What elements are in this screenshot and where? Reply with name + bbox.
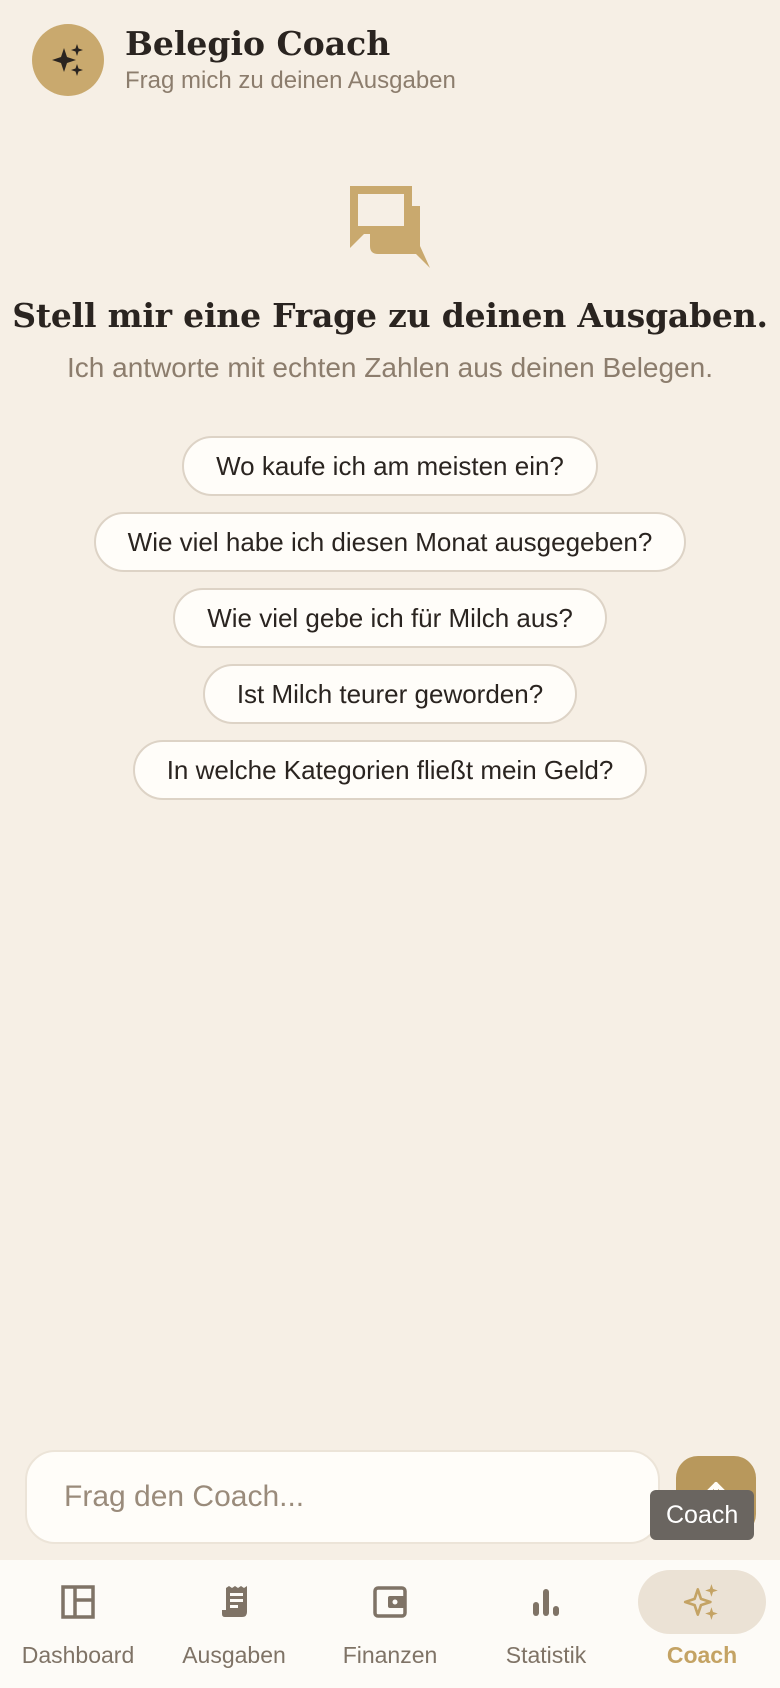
message-input[interactable] [64,1480,658,1514]
nav-label: Coach [666,1642,738,1668]
nav-label: Statistik [505,1642,587,1668]
nav-item-dashboard[interactable]: Dashboard [0,1560,156,1688]
bar-chart-icon [533,1589,559,1616]
app-header: Belegio Coach Frag mich zu deinen Ausgab… [0,0,780,120]
bottom-nav: Dashboard Ausgaben Finanzen Statistik Co… [0,1560,780,1688]
suggestion-chip[interactable]: Wo kaufe ich am meisten ein? [182,436,598,496]
suggestion-chip[interactable]: Wie viel habe ich diesen Monat ausgegebe… [93,512,687,572]
send-tooltip: Coach [650,1490,755,1540]
nav-label: Dashboard [21,1642,135,1668]
chat-bubbles-icon [350,186,430,268]
message-composer [25,1450,660,1544]
sparkles-icon [683,1584,718,1620]
receipt-icon [222,1586,247,1617]
coach-avatar [32,24,104,96]
suggestion-chip[interactable]: In welche Kategorien fließt mein Geld? [132,740,648,800]
empty-state-title: Stell mir eine Frage zu deinen Ausgaben. [12,296,768,335]
app-title: Belegio Coach [125,24,391,63]
nav-item-ausgaben[interactable]: Ausgaben [156,1560,312,1688]
app-subtitle: Frag mich zu deinen Ausgaben [125,67,456,94]
suggestion-list: Wo kaufe ich am meisten ein? Wie viel ha… [0,436,780,816]
nav-item-statistik[interactable]: Statistik [468,1560,624,1688]
nav-item-coach[interactable]: Coach [624,1560,780,1688]
dashboard-icon [61,1585,95,1619]
nav-item-finanzen[interactable]: Finanzen [312,1560,468,1688]
nav-label: Finanzen [342,1642,438,1668]
sparkles-icon [52,44,83,76]
suggestion-chip[interactable]: Ist Milch teurer geworden? [202,664,578,724]
wallet-icon [373,1586,407,1618]
suggestion-chip[interactable]: Wie viel gebe ich für Milch aus? [173,588,607,648]
empty-state-subtitle: Ich antworte mit echten Zahlen aus deine… [67,352,713,383]
nav-label: Ausgaben [182,1642,286,1668]
